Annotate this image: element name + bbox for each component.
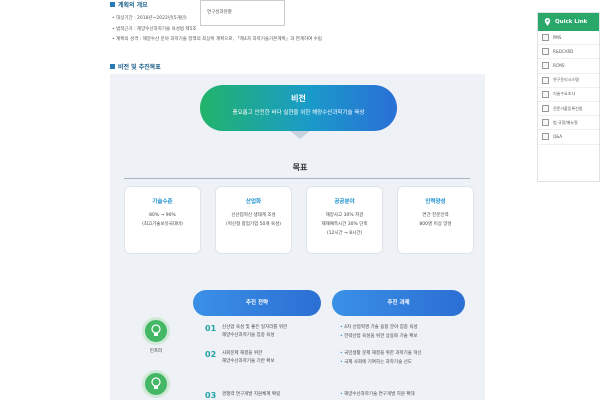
- quick-link-label: 연구윤리시스템: [553, 77, 579, 83]
- document-icon: [542, 34, 549, 42]
- circle-label-infra: 인프라: [149, 349, 163, 354]
- task-item: 4차 산업혁명 기술 융합 분야 집중 육성: [340, 324, 418, 333]
- task-item: 해양수산과학기술 연구개발 지원 확대: [340, 391, 415, 400]
- goal-card-title: 인력양성: [425, 199, 446, 205]
- quick-link-title: Quick Link: [555, 19, 588, 25]
- task-group: 해양수산과학기술 연구개발 지원 확대: [340, 391, 415, 400]
- quick-link-rcms[interactable]: RCMS: [538, 59, 599, 74]
- goal-card-line: 해양사고 30% 저감: [325, 213, 364, 218]
- quick-link-label: R&DCARD: [553, 49, 574, 55]
- chat-icon: [542, 133, 549, 141]
- lightbulb-icon: [142, 317, 170, 345]
- goal-card-line: (혁신형 창업기업 50개 육성): [226, 222, 281, 227]
- goal-heading: 목표: [292, 163, 308, 172]
- goal-card-line: 80% → 90%: [149, 213, 176, 218]
- strategy-item: 신산업 육성 및 좋은 일자리를 위한 해양수산과학기술 집중 육성: [222, 324, 287, 340]
- task-item: 국제 사회에 기여하는 과학기술 선도: [340, 359, 422, 368]
- person-icon: [542, 105, 549, 113]
- goal-card-line: 연간 전문인력: [422, 213, 449, 218]
- quick-link-pms[interactable]: PMS: [538, 31, 599, 46]
- quick-link-rdcard[interactable]: R&DCARD: [538, 45, 599, 60]
- strategy-item: 사회문제 해결을 위한 해양수산과학기술 기반 확보: [222, 350, 275, 366]
- quick-link-label: 기술수요조사: [553, 91, 576, 97]
- quick-link-manual[interactable]: 법·규정/매뉴얼: [538, 116, 599, 131]
- task-header: 추진 과제: [332, 290, 465, 316]
- submenu-dropdown[interactable]: 연구성과현황: [200, 0, 285, 26]
- goal-card-title: 공공분야: [334, 199, 355, 205]
- goal-card-line: (12시간 → 8시간): [326, 231, 363, 236]
- location-pin-icon: [544, 18, 551, 26]
- search-doc-icon: [542, 90, 549, 98]
- strategy-number: 02: [205, 350, 217, 359]
- strategy-item: 경쟁력 연구개발 지원체계 확립: [222, 391, 280, 399]
- strategy-line: 사회문제 해결을 위한: [222, 351, 263, 356]
- strategy-line: 신산업 육성 및 좋은 일자리를 위한: [222, 325, 288, 330]
- quick-link-header: Quick Link: [538, 13, 599, 31]
- quick-link-tech-demand[interactable]: 기술수요조사: [538, 88, 599, 102]
- lightbulb-icon: [142, 370, 170, 398]
- bullet-nature: 계획의 성격 : 해양수산 분야 과학기술 정책의 최상위 계획으로, 「제4차…: [112, 35, 322, 46]
- goal-card-title: 산업화: [245, 199, 262, 205]
- strategy-number: 03: [205, 391, 217, 400]
- monitor-icon: [542, 76, 549, 84]
- down-arrow-icon: [290, 131, 310, 139]
- strategy-header: 추진 전략: [193, 290, 321, 316]
- strategy-number: 01: [205, 324, 217, 333]
- goal-card-title: 기술수준: [152, 199, 173, 205]
- vision-banner: 비전 풍요롭고 안전한 바다 실현을 위한 해양수산과학기술 육성: [200, 85, 397, 131]
- quick-link-label: 법·규정/매뉴얼: [553, 119, 578, 125]
- square-bullet-icon: [110, 64, 115, 69]
- strategy-line: 해양수산과학기술 집중 육성: [222, 333, 275, 338]
- square-bullet-icon: [110, 2, 115, 7]
- section-title-text: 계획의 개요: [118, 2, 148, 9]
- task-group: 4차 산업혁명 기술 융합 분야 집중 육성 전략산업 육성을 위한 상용화 기…: [340, 324, 418, 341]
- goal-card-line: 재해예측시간 30% 단축: [321, 222, 368, 227]
- goal-card-public-sector: 공공분야 해양사고 30% 저감 재해예측시간 30% 단축 (12시간 → 8…: [306, 186, 383, 254]
- goal-card-tech-level: 기술수준 80% → 90% (최고기술보유국대비): [124, 186, 201, 254]
- quick-link-panel: Quick Link PMS R&DCARD RCMS 연구윤리시스템 기술수요…: [537, 12, 600, 182]
- bullet-legal-basis: 법적근거 : 해양수산과학기술 육성법 제5조: [112, 25, 322, 36]
- strategy-line: 해양수산과학기술 기반 확보: [222, 359, 275, 364]
- quick-link-ethics[interactable]: 연구윤리시스템: [538, 74, 599, 88]
- section-title-overview: 계획의 개요: [110, 0, 148, 9]
- quick-link-expert-pool[interactable]: 전문가풀등록신청: [538, 102, 599, 117]
- quick-link-label: RCMS: [553, 63, 565, 69]
- task-item: 전략산업 육성을 위한 상용화 기술 확보: [340, 333, 418, 342]
- strategy-line: 경쟁력 연구개발 지원체계 확립: [222, 392, 281, 397]
- goal-card-industrialization: 산업화 신산업혁신 생태계 조성 (혁신형 창업기업 50개 육성): [215, 186, 292, 254]
- quick-link-label: Q&A: [553, 134, 563, 140]
- goal-card-workforce: 인력양성 연간 전문인력 800명 이상 양성: [397, 186, 474, 254]
- quick-link-qna[interactable]: Q&A: [538, 130, 599, 145]
- goal-divider: [124, 178, 470, 179]
- quick-link-label: 전문가풀등록신청: [553, 105, 583, 111]
- task-item: 국민생활 문제 해결을 위한 과학기술 혁신: [340, 350, 422, 359]
- book-icon: [542, 119, 549, 127]
- vision-subtitle: 풍요롭고 안전한 바다 실현을 위한 해양수산과학기술 육성: [232, 110, 365, 116]
- section-title-text: 비전 및 추진목표: [118, 64, 161, 71]
- vision-title: 비전: [291, 94, 306, 103]
- card-icon: [542, 48, 549, 56]
- task-group: 국민생활 문제 해결을 위한 과학기술 혁신 국제 사회에 기여하는 과학기술 …: [340, 350, 422, 367]
- quick-link-label: PMS: [553, 35, 562, 41]
- goal-card-line: 신산업혁신 생태계 조성: [231, 213, 276, 218]
- document-icon: [542, 62, 549, 70]
- section-title-vision: 비전 및 추진목표: [110, 62, 161, 71]
- dropdown-item-research-results[interactable]: 연구성과현황: [207, 10, 232, 15]
- goal-card-line: 800명 이상 양성: [419, 222, 452, 227]
- goal-card-line: (최고기술보유국대비): [142, 222, 183, 227]
